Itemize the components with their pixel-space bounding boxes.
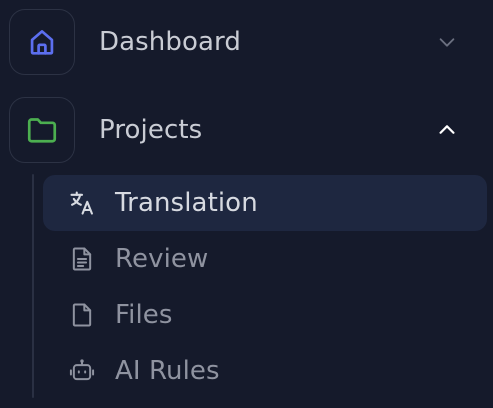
home-icon: [30, 30, 54, 55]
folder-icon-box: [9, 97, 75, 163]
translate-icon: [68, 189, 96, 217]
file-icon: [68, 301, 96, 329]
folder-icon: [27, 118, 57, 143]
sidebar-item-label: Projects: [99, 115, 203, 145]
sidebar-subitem-label: Review: [115, 244, 209, 274]
sidebar-subitem-label: Translation: [115, 188, 258, 218]
sidebar-subitem-translation[interactable]: Translation: [43, 175, 487, 231]
sidebar-subitem-files[interactable]: Files: [43, 287, 487, 343]
sidebar-subitem-review[interactable]: Review: [43, 231, 487, 287]
sidebar-item-dashboard[interactable]: Dashboard: [0, 6, 493, 78]
sidebar-subitem-ai-rules[interactable]: AI Rules: [43, 343, 487, 399]
chevron-up-icon[interactable]: [435, 118, 459, 142]
robot-icon: [68, 357, 96, 385]
chevron-down-icon[interactable]: [435, 30, 459, 54]
sidebar-subitem-label: Files: [115, 300, 173, 330]
document-text-icon: [68, 245, 96, 273]
sidebar-item-label: Dashboard: [99, 27, 241, 57]
sidebar-subitem-label: AI Rules: [115, 356, 220, 386]
sidebar-item-projects[interactable]: Projects: [0, 94, 493, 166]
home-icon-box: [9, 9, 75, 75]
projects-subnav: Translation Review Files AI Rules: [0, 170, 493, 400]
tree-line: [32, 174, 34, 398]
